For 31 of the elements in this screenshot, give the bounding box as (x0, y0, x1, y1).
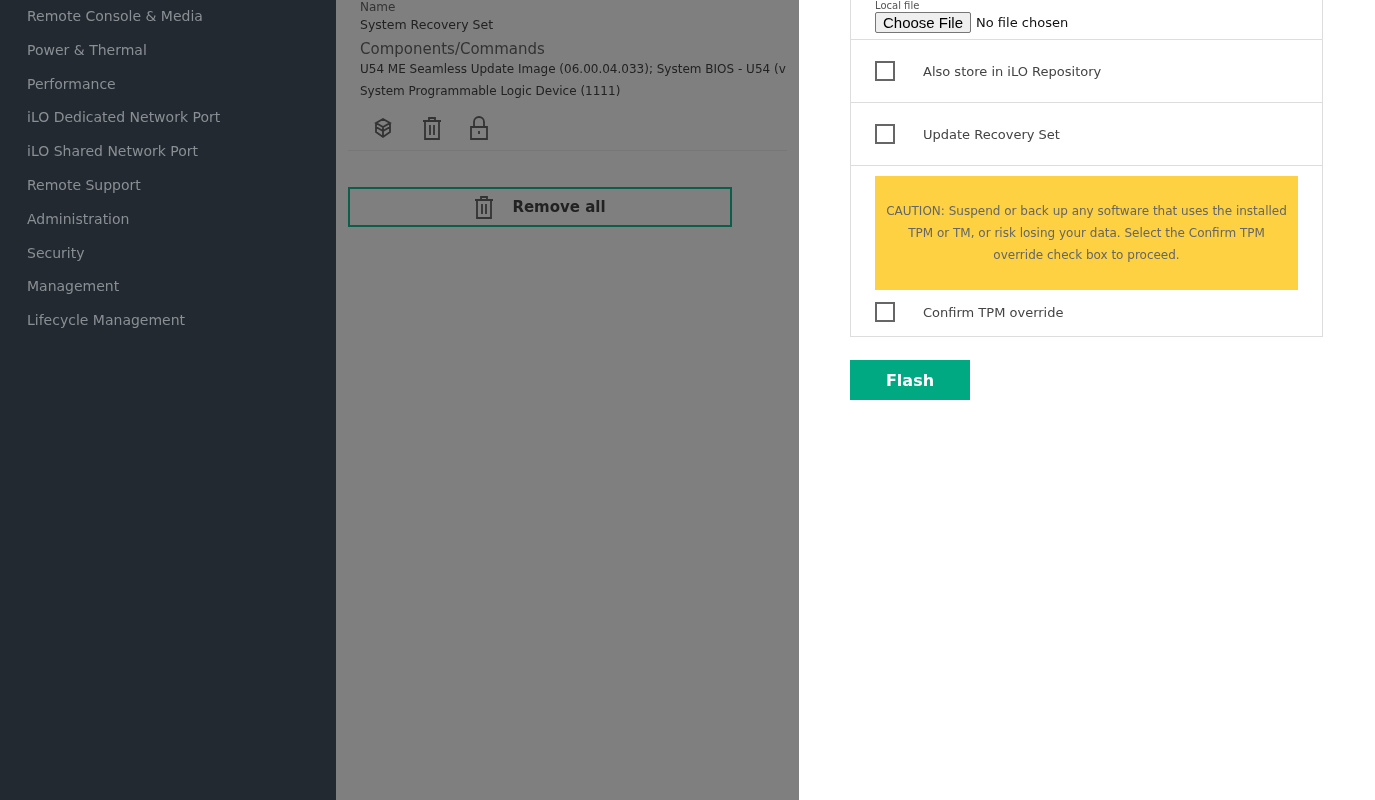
sidebar-item[interactable]: iLO Dedicated Network Port (0, 101, 336, 136)
remove-all-button[interactable]: Remove all (348, 187, 732, 227)
checkbox[interactable] (875, 302, 895, 322)
component-text: System Programmable Logic Device (1111) (359, 83, 622, 100)
lock-icon[interactable] (470, 116, 488, 140)
trash-icon (474, 195, 495, 219)
checkbox-label: Also store in iLO Repository (923, 63, 1102, 79)
caution-banner: CAUTION: Suspend or back up any software that uses the installed TPM or TM, or risk losing your data. Select the Confirm TPM override check box to proceed. (875, 176, 1298, 290)
box-icon[interactable] (372, 117, 394, 139)
checkbox-label: Confirm TPM override (923, 304, 1064, 320)
trash-icon[interactable] (422, 116, 442, 140)
choose-file-button[interactable]: Choose File (875, 12, 972, 33)
sidebar-item[interactable]: Security (0, 236, 336, 271)
checkbox[interactable] (875, 124, 895, 144)
sidebar-item[interactable]: Performance (0, 67, 336, 102)
field-label: Components/Commands (359, 40, 546, 58)
checkbox-label: Update Recovery Set (923, 126, 1060, 142)
sidebar-item[interactable]: Lifecycle Management (0, 304, 336, 338)
sidebar-item[interactable]: iLO Shared Network Port (0, 135, 336, 169)
flash-button[interactable]: Flash (850, 360, 970, 400)
field-label: Local file (875, 0, 921, 12)
file-status: No file chosen (976, 15, 1069, 30)
sidebar-item[interactable]: Administration (0, 202, 336, 237)
sidebar-item[interactable]: Remote Console & Media (0, 0, 336, 34)
checkbox[interactable] (875, 61, 895, 81)
component-text: U54 ME Seamless Update Image (06.00.04.033); System BIOS - U54 (v (359, 61, 787, 78)
set-name: System Recovery Set (359, 16, 495, 34)
sidebar-item[interactable]: Remote Support (0, 169, 336, 203)
field-label: Name (359, 0, 397, 14)
sidebar-item[interactable]: Management (0, 270, 336, 305)
sidebar-item[interactable]: Power & Thermal (0, 33, 336, 68)
